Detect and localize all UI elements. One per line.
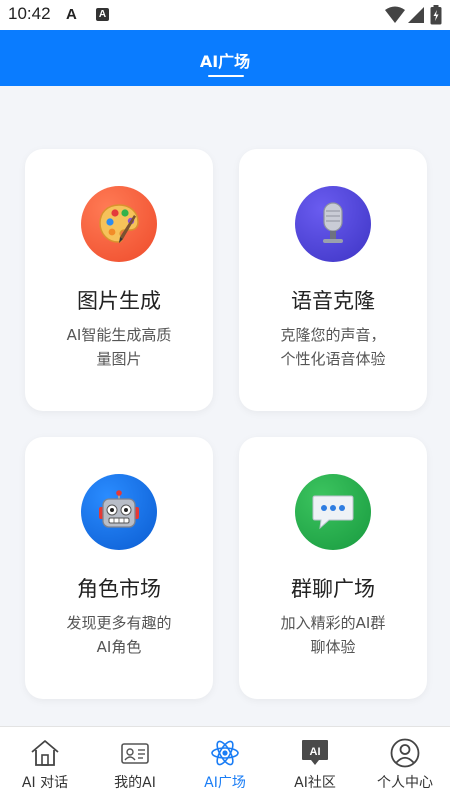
status-bar: 10:42 A A xyxy=(0,0,450,30)
card-description: 加入精彩的AI群 聊体验 xyxy=(257,611,409,659)
tab-my-ai[interactable]: 我的AI xyxy=(90,727,180,801)
card-title: 群聊广场 xyxy=(291,577,375,601)
tab-label: AI社区 xyxy=(294,775,336,791)
tab-ai-chat[interactable]: AI 对话 xyxy=(0,727,90,801)
card-character-market[interactable]: 角色市场 发现更多有趣的 AI角色 xyxy=(25,437,213,699)
page-title[interactable]: AI广场 xyxy=(0,48,450,72)
card-description-line: 聊体验 xyxy=(310,638,356,656)
font-notification-icon: A xyxy=(66,6,77,23)
card-image-generation[interactable]: 图片生成 AI智能生成高质 量图片 xyxy=(25,149,213,411)
chat-bubble-icon xyxy=(295,474,371,550)
card-description-line: 量图片 xyxy=(96,350,142,368)
tab-label: AI广场 xyxy=(204,775,246,791)
ai-chat-icon: AI xyxy=(302,740,328,765)
card-group-chat[interactable]: 群聊广场 加入精彩的AI群 聊体验 xyxy=(239,437,427,699)
card-description-line: 个性化语音体验 xyxy=(280,350,386,368)
tab-ai-square[interactable]: AI广场 xyxy=(180,727,270,801)
signal-icon xyxy=(408,7,424,23)
card-description-line: 发现更多有趣的 xyxy=(66,614,172,632)
title-indicator xyxy=(208,75,244,77)
microphone-icon xyxy=(295,186,371,262)
app-header: AI广场 xyxy=(0,30,450,86)
card-voice-clone[interactable]: 语音克隆 克隆您的声音， 个性化语音体验 xyxy=(239,149,427,411)
tab-label: 我的AI xyxy=(114,775,156,791)
app-notification-icon: A xyxy=(96,8,109,21)
palette-icon xyxy=(81,186,157,262)
card-description-line: AI智能生成高质 xyxy=(66,326,172,344)
tab-label: 个人中心 xyxy=(377,775,433,791)
battery-icon xyxy=(430,5,442,25)
user-icon xyxy=(390,738,420,768)
wifi-icon xyxy=(385,6,405,23)
bottom-tab-bar: AI 对话 我的AI AI广场 AI AI社区 个人中心 xyxy=(0,726,450,801)
robot-icon xyxy=(81,474,157,550)
tab-profile[interactable]: 个人中心 xyxy=(360,727,450,801)
tab-label: AI 对话 xyxy=(21,775,69,791)
card-description: AI智能生成高质 量图片 xyxy=(43,323,195,371)
card-title: 图片生成 xyxy=(77,289,161,313)
card-description-line: AI角色 xyxy=(96,638,142,656)
home-icon xyxy=(31,740,59,766)
card-title: 角色市场 xyxy=(77,577,161,601)
atom-icon xyxy=(211,740,239,766)
card-description-line: 克隆您的声音， xyxy=(280,326,386,344)
card-title: 语音克隆 xyxy=(291,289,375,313)
card-description: 发现更多有趣的 AI角色 xyxy=(43,611,195,659)
id-card-icon xyxy=(121,743,149,764)
card-description: 克隆您的声音， 个性化语音体验 xyxy=(257,323,409,371)
tab-ai-community[interactable]: AI AI社区 xyxy=(270,727,360,801)
card-description-line: 加入精彩的AI群 xyxy=(280,614,386,632)
svg-text:AI: AI xyxy=(310,746,321,758)
status-time: 10:42 xyxy=(8,4,51,23)
